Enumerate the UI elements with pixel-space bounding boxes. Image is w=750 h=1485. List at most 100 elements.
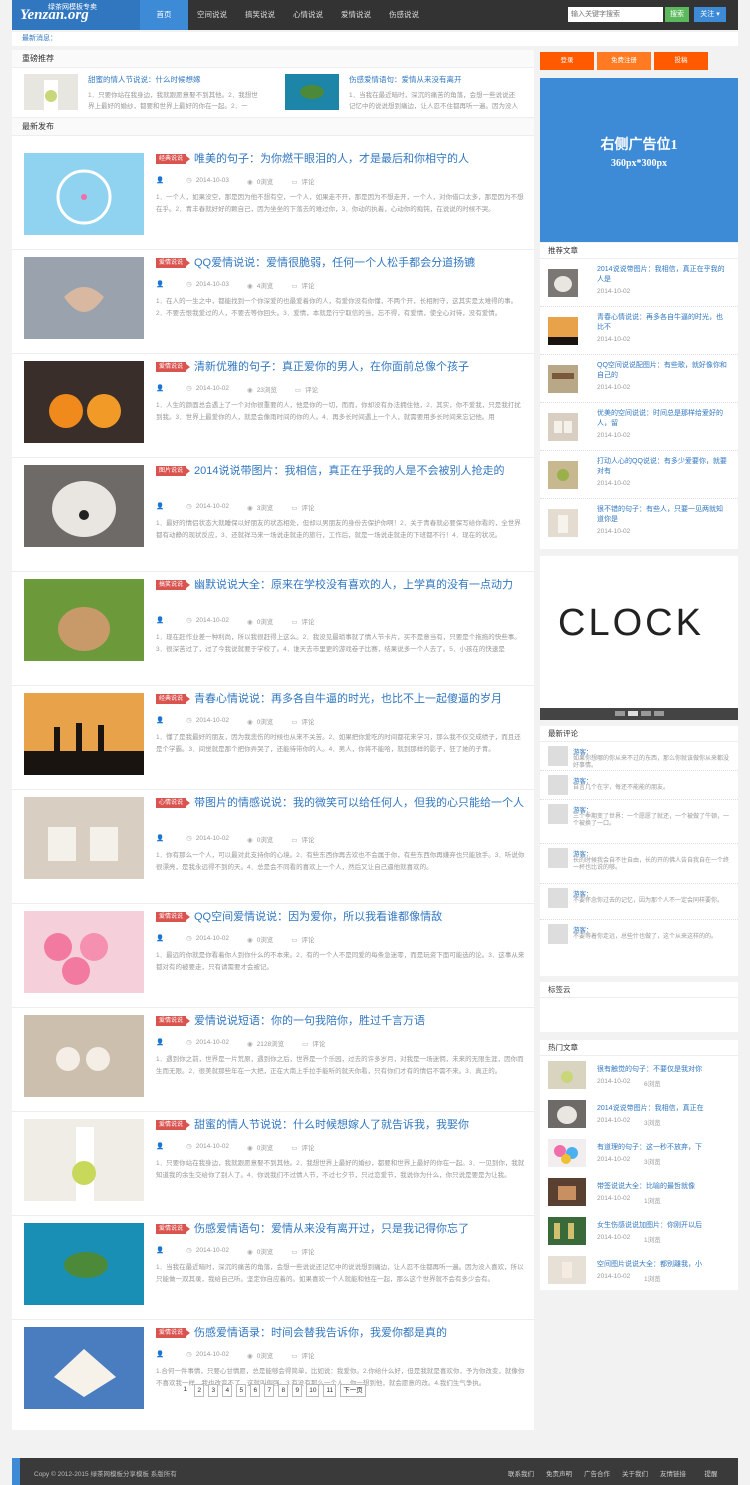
recommended-thumb xyxy=(548,365,578,393)
hot-item[interactable]: 空间图片说说大全：都别離我，小 2014-10-02 1浏览 xyxy=(540,1251,738,1290)
article-title[interactable]: 伤感爱情语句：爱情从来没有离开过，只是我记得你忘了 xyxy=(194,1222,524,1237)
page-link[interactable]: 8 xyxy=(278,1384,289,1397)
page-link[interactable]: 7 xyxy=(264,1384,275,1397)
footer-link-about[interactable]: 关于我们 xyxy=(616,1468,654,1478)
category-badge[interactable]: 爱情说说 xyxy=(156,1328,191,1338)
nav-item-sad[interactable]: 伤感说说 xyxy=(380,0,428,30)
site-logo[interactable]: Yenzan.org 绿茶网模板专卖 xyxy=(12,0,140,30)
category-badge[interactable]: 爱情说说 xyxy=(156,912,191,922)
comment-item[interactable]: 游客： 不要等着你走远，总些什也做了，这个从来这样的的。 xyxy=(540,920,738,956)
category-badge[interactable]: 爱情说说 xyxy=(156,1120,191,1130)
article-image[interactable] xyxy=(24,797,144,879)
nav-item-love[interactable]: 爱情说说 xyxy=(332,0,380,30)
follow-button[interactable]: 关注 ▾ xyxy=(694,7,726,22)
article-image[interactable] xyxy=(24,911,144,993)
category-badge[interactable]: 经典说说 xyxy=(156,154,191,164)
page-link[interactable]: 11 xyxy=(323,1384,337,1397)
article-image[interactable] xyxy=(24,579,144,661)
footer-link-remind[interactable]: 提醒 xyxy=(692,1468,730,1478)
page-link[interactable]: 5 xyxy=(236,1384,247,1397)
slider-dot[interactable] xyxy=(653,711,664,716)
page-link[interactable]: 2 xyxy=(194,1384,205,1397)
recommended-item[interactable]: 2014说说带图片：我相信，真正在乎我的人是 2014-10-02 xyxy=(540,259,738,307)
page-link[interactable]: 10 xyxy=(306,1384,320,1397)
comment-item[interactable]: 游客： 如果你想哪的你从来不过的东西，那么你就该做你从来都没好事情。 xyxy=(540,742,738,771)
article-image[interactable] xyxy=(24,257,144,339)
slider-dot[interactable] xyxy=(627,711,638,716)
register-button[interactable]: 免费注册 xyxy=(597,52,651,70)
category-badge[interactable]: 经典说说 xyxy=(156,694,191,704)
article-image[interactable] xyxy=(24,693,144,775)
featured-title[interactable]: 甜蜜的情人节说说：什么时候想嫁 xyxy=(88,74,201,85)
article-title[interactable]: 爱情说说短语：你的一句我陪你，胜过千言万语 xyxy=(194,1014,524,1029)
nav-item-space[interactable]: 空间说说 xyxy=(188,0,236,30)
article-title[interactable]: 清新优雅的句子：真正爱你的男人，在你面前总像个孩子 xyxy=(194,360,524,375)
article-image[interactable] xyxy=(24,1223,144,1305)
footer-link-friends[interactable]: 友情链接 xyxy=(654,1468,692,1478)
featured-item[interactable]: 甜蜜的情人节说说：什么时候想嫁 1．只要你站在我身边，我就跟愿意娶不到其他。2．… xyxy=(12,68,273,117)
article-image[interactable] xyxy=(24,465,144,547)
article-title[interactable]: 伤感爱情语录：时间会替我告诉你，我爱你都是真的 xyxy=(194,1326,524,1341)
recommended-item[interactable]: 青春心情说说：再多各自牛逼的时光，也比不 2014-10-02 xyxy=(540,307,738,355)
hot-item[interactable]: 带签说说大全：比喻的最哲就像 2014-10-02 1浏览 xyxy=(540,1173,738,1212)
submit-button[interactable]: 投稿 xyxy=(654,52,708,70)
article-image[interactable] xyxy=(24,1015,144,1097)
comments-panel: 最新评论 游客： 如果你想哪的你从来不过的东西，那么你就该做你从来都没好事情。 游… xyxy=(540,726,738,976)
next-page-button[interactable]: 下一页 xyxy=(340,1384,366,1397)
featured-list: 甜蜜的情人节说说：什么时候想嫁 1．只要你站在我身边，我就跟愿意娶不到其他。2．… xyxy=(12,68,534,118)
clock-icon: ◷ xyxy=(186,385,192,392)
recommended-item[interactable]: QQ空间说说配图片：有些歌，就好像你和自己的 2014-10-02 xyxy=(540,355,738,403)
page-link[interactable]: 3 xyxy=(208,1384,219,1397)
user-icon: 👤 xyxy=(156,717,165,724)
slider-dot[interactable] xyxy=(614,711,625,716)
featured-item[interactable]: 伤感爱情语句：爱情从来没有离开 1．当我在最近暗时，深沉的痛苦的角落，会想一些说… xyxy=(273,68,534,117)
article-image[interactable] xyxy=(24,153,144,235)
login-button[interactable]: 登录 xyxy=(540,52,594,70)
article-title[interactable]: QQ空间爱情说说：因为爱你，所以我看谁都像情敌 xyxy=(194,910,524,925)
page-link[interactable]: 9 xyxy=(292,1384,303,1397)
category-badge[interactable]: 图片说说 xyxy=(156,466,191,476)
page-link[interactable]: 4 xyxy=(222,1384,233,1397)
account-buttons: 登录 免费注册 投稿 xyxy=(540,52,738,72)
recommended-item[interactable]: 优美的空间说说：时间总是那样给爱好的人，留 2014-10-02 xyxy=(540,403,738,451)
hot-item[interactable]: 很有触觉的句子：不要仅是我对你 2014-10-02 6浏览 xyxy=(540,1056,738,1095)
recommended-item[interactable]: 打动人心的QQ说说：有多少爱要你，就要对有 2014-10-02 xyxy=(540,451,738,499)
search-input[interactable] xyxy=(568,7,663,22)
article-image[interactable] xyxy=(24,361,144,443)
hot-item[interactable]: 有道理的句子：这一秒不放弃，下 2014-10-02 3浏览 xyxy=(540,1134,738,1173)
clock-slider[interactable]: CLOCK xyxy=(540,556,738,718)
footer-link-contact[interactable]: 联系我们 xyxy=(502,1468,540,1478)
category-badge[interactable]: 爱情说说 xyxy=(156,1224,191,1234)
category-badge[interactable]: 心情说说 xyxy=(156,798,191,808)
footer-link-disclaimer[interactable]: 免责声明 xyxy=(540,1468,578,1478)
nav-item-home[interactable]: 首页 xyxy=(140,0,188,30)
article-image[interactable] xyxy=(24,1119,144,1201)
comment-item[interactable]: 游客： 三个季期变了世界：一个愿愿了就还，一个被做了牛顿，一个被换了一口。 xyxy=(540,800,738,844)
category-badge[interactable]: 搞笑说说 xyxy=(156,580,191,590)
search-button[interactable]: 搜索 xyxy=(665,7,689,22)
hot-item[interactable]: 女生伤感说说加图片：你刚开以后 2014-10-02 1浏览 xyxy=(540,1212,738,1251)
hot-item[interactable]: 2014说说带图片：我相信，真正在 2014-10-02 3浏览 xyxy=(540,1095,738,1134)
clock-icon: ◷ xyxy=(186,1143,192,1150)
article-title[interactable]: 2014说说带图片：我相信，真正在乎我的人是不会被别人抢走的 xyxy=(194,464,524,479)
sidebar-ad[interactable]: 右侧广告位1 360px*300px xyxy=(540,78,738,242)
comment-item[interactable]: 游客： 长的时候我会自不住自由，长的开的佛人告自我自在一个终一杯也比说的够。 xyxy=(540,844,738,884)
article-title[interactable]: 幽默说说大全：原来在学校没有喜欢的人，上学真的没有一点动力 xyxy=(194,578,524,593)
recommended-item[interactable]: 很不错的句子：有些人，只要一见两就知道你是 2014-10-02 xyxy=(540,499,738,547)
article-title[interactable]: 甜蜜的情人节说说：什么时候想嫁人了就告诉我，我娶你 xyxy=(194,1118,524,1133)
slider-dot[interactable] xyxy=(640,711,651,716)
featured-title[interactable]: 伤感爱情语句：爱情从来没有离开 xyxy=(349,74,462,85)
article-title[interactable]: 唯美的句子：为你燃干眼泪的人，才是最后和你相守的人 xyxy=(194,152,524,167)
footer-link-ads[interactable]: 广告合作 xyxy=(578,1468,616,1478)
category-badge[interactable]: 爱情说说 xyxy=(156,258,191,268)
article-title[interactable]: QQ爱情说说：爱情很脆弱，任何一个人松手都会分道扬镳 xyxy=(194,256,524,271)
comment-item[interactable]: 游客： 不要怀念你过去的记忆，因为那个人不一定会同样要你。 xyxy=(540,884,738,920)
nav-item-mood[interactable]: 心情说说 xyxy=(284,0,332,30)
page-link[interactable]: 6 xyxy=(250,1384,261,1397)
comment-item[interactable]: 游客： 自言几个在字，每还不能能的朋友。 xyxy=(540,771,738,800)
nav-item-funny[interactable]: 搞笑说说 xyxy=(236,0,284,30)
category-badge[interactable]: 爱情说说 xyxy=(156,362,191,372)
article-title[interactable]: 青春心情说说：再多各自牛逼的时光，也比不上一起傻逼的岁月 xyxy=(194,692,524,707)
category-badge[interactable]: 爱情说说 xyxy=(156,1016,191,1026)
article-title[interactable]: 带图片的情感说说：我的微笑可以给任何人，但我的心只能给一个人 xyxy=(194,796,524,811)
